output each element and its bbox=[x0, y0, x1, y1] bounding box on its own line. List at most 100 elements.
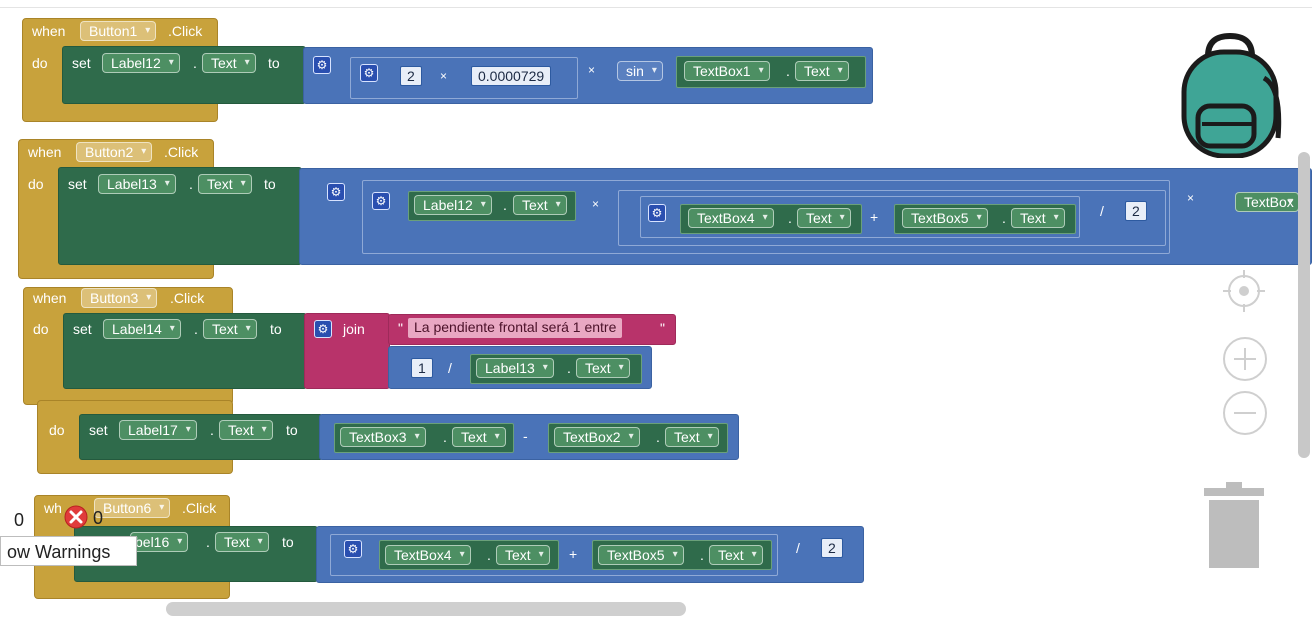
vertical-scrollbar[interactable] bbox=[1298, 152, 1310, 458]
gear-icon[interactable]: ⚙ bbox=[313, 56, 331, 74]
subtract-operator: - bbox=[523, 428, 528, 444]
show-warnings-button[interactable]: ow Warnings bbox=[0, 536, 137, 566]
property-dropdown-text[interactable]: Text bbox=[198, 174, 252, 194]
multiply-operator: × bbox=[592, 197, 600, 211]
do-label: do bbox=[49, 422, 65, 438]
target-icon[interactable] bbox=[1221, 268, 1267, 314]
to-label: to bbox=[268, 55, 280, 71]
property-dropdown-text[interactable]: Text bbox=[202, 53, 256, 73]
component-dropdown-textbox5[interactable]: TextBox5 bbox=[598, 545, 684, 565]
zoom-out-icon[interactable] bbox=[1222, 390, 1268, 436]
when-label: when bbox=[32, 23, 66, 39]
dot-label: . bbox=[487, 547, 491, 563]
dot-label: . bbox=[788, 210, 792, 226]
gear-icon[interactable]: ⚙ bbox=[327, 183, 345, 201]
gear-icon[interactable]: ⚙ bbox=[344, 540, 362, 558]
function-dropdown-sin[interactable]: sin bbox=[617, 61, 663, 81]
dot-label: . bbox=[656, 429, 660, 445]
component-dropdown-label12[interactable]: Label12 bbox=[414, 195, 492, 215]
number-field[interactable]: 2 bbox=[400, 66, 422, 86]
dot-label: . bbox=[786, 63, 790, 79]
divide-operator: / bbox=[796, 540, 800, 556]
dot-label: . bbox=[700, 547, 704, 563]
dot-label: . bbox=[210, 422, 214, 438]
property-dropdown-text[interactable]: Text bbox=[215, 532, 269, 552]
property-dropdown-text[interactable]: Text bbox=[452, 427, 506, 447]
to-label: to bbox=[282, 534, 294, 550]
number-field[interactable]: 0.0000729 bbox=[471, 66, 552, 86]
component-dropdown-label12[interactable]: Label12 bbox=[102, 53, 180, 73]
property-dropdown-text[interactable]: Text bbox=[513, 195, 567, 215]
component-dropdown-textbox[interactable]: TextBox bbox=[1235, 192, 1299, 212]
component-dropdown-textbox3[interactable]: TextBox3 bbox=[340, 427, 426, 447]
event-name-label: .Click bbox=[182, 500, 217, 516]
error-count: 0 bbox=[93, 508, 104, 528]
horizontal-scrollbar[interactable] bbox=[166, 602, 686, 616]
quote-mark: " bbox=[398, 320, 403, 336]
component-dropdown-label13[interactable]: Label13 bbox=[98, 174, 176, 194]
trash-icon[interactable] bbox=[1202, 480, 1266, 570]
property-dropdown-text[interactable]: Text bbox=[665, 427, 719, 447]
component-dropdown-textbox4[interactable]: TextBox4 bbox=[688, 208, 774, 228]
multiply-operator: × bbox=[1187, 191, 1195, 205]
component-dropdown-textbox5[interactable]: TextBox5 bbox=[902, 208, 988, 228]
number-field[interactable]: 1 bbox=[411, 358, 433, 378]
property-dropdown-text[interactable]: Text bbox=[576, 358, 630, 378]
dot-label: . bbox=[443, 429, 447, 445]
event-name-label: .Click bbox=[164, 144, 199, 160]
property-dropdown-text[interactable]: Text bbox=[797, 208, 851, 228]
to-label: to bbox=[286, 422, 298, 438]
property-dropdown-text[interactable]: Text bbox=[709, 545, 763, 565]
component-dropdown-label17[interactable]: Label17 bbox=[119, 420, 197, 440]
dot-label: . bbox=[189, 176, 193, 192]
add-operator: + bbox=[569, 546, 578, 562]
dot-label: . bbox=[193, 55, 197, 71]
dot-label: . bbox=[503, 197, 507, 213]
event-name-label: .Click bbox=[170, 290, 205, 306]
when-label: when bbox=[28, 144, 62, 160]
warning-count: 0 bbox=[14, 510, 25, 530]
set-label: set bbox=[68, 176, 87, 192]
quote-mark: " bbox=[660, 320, 665, 336]
dot-label: . bbox=[1002, 210, 1006, 226]
join-label: join bbox=[343, 321, 365, 337]
component-dropdown-button1[interactable]: Button1 bbox=[80, 21, 157, 41]
component-dropdown-label14[interactable]: Label14 bbox=[103, 319, 181, 339]
top-divider bbox=[0, 7, 1312, 8]
to-label: to bbox=[270, 321, 282, 337]
error-icon bbox=[64, 505, 88, 529]
divide-operator: / bbox=[448, 360, 452, 376]
property-dropdown-text[interactable]: Text bbox=[1011, 208, 1065, 228]
backpack-icon[interactable] bbox=[1174, 28, 1286, 159]
text-string-field[interactable]: La pendiente frontal será 1 entre bbox=[408, 318, 623, 338]
do-label: do bbox=[32, 55, 48, 71]
gear-icon[interactable]: ⚙ bbox=[314, 320, 332, 338]
to-label: to bbox=[264, 176, 276, 192]
number-field[interactable]: 2 bbox=[821, 538, 843, 558]
do-label: do bbox=[33, 321, 49, 337]
dot-label: . bbox=[194, 321, 198, 337]
zoom-in-icon[interactable] bbox=[1222, 336, 1268, 382]
gear-icon[interactable]: ⚙ bbox=[360, 64, 378, 82]
multiply-operator: × bbox=[440, 69, 448, 83]
dot-label: . bbox=[567, 360, 571, 376]
property-dropdown-text[interactable]: Text bbox=[219, 420, 273, 440]
component-dropdown-label13[interactable]: Label13 bbox=[476, 358, 554, 378]
component-dropdown-label16[interactable]: bel16 bbox=[130, 532, 189, 552]
property-dropdown-text[interactable]: Text bbox=[496, 545, 550, 565]
component-dropdown-button2[interactable]: Button2 bbox=[76, 142, 153, 162]
multiply-operator: × bbox=[588, 63, 596, 77]
property-dropdown-text[interactable]: Text bbox=[203, 319, 257, 339]
gear-icon[interactable]: ⚙ bbox=[648, 204, 666, 222]
component-dropdown-textbox1[interactable]: TextBox1 bbox=[684, 61, 770, 81]
component-dropdown-button6[interactable]: Button6 bbox=[94, 498, 171, 518]
when-label: wh bbox=[44, 500, 62, 516]
number-field[interactable]: 2 bbox=[1125, 201, 1147, 221]
gear-icon[interactable]: ⚙ bbox=[372, 192, 390, 210]
when-label: when bbox=[33, 290, 67, 306]
component-dropdown-textbox4[interactable]: TextBox4 bbox=[385, 545, 471, 565]
dot-label: . bbox=[206, 534, 210, 550]
component-dropdown-button3[interactable]: Button3 bbox=[81, 288, 158, 308]
property-dropdown-text[interactable]: Text bbox=[795, 61, 849, 81]
component-dropdown-textbox2[interactable]: TextBox2 bbox=[554, 427, 640, 447]
